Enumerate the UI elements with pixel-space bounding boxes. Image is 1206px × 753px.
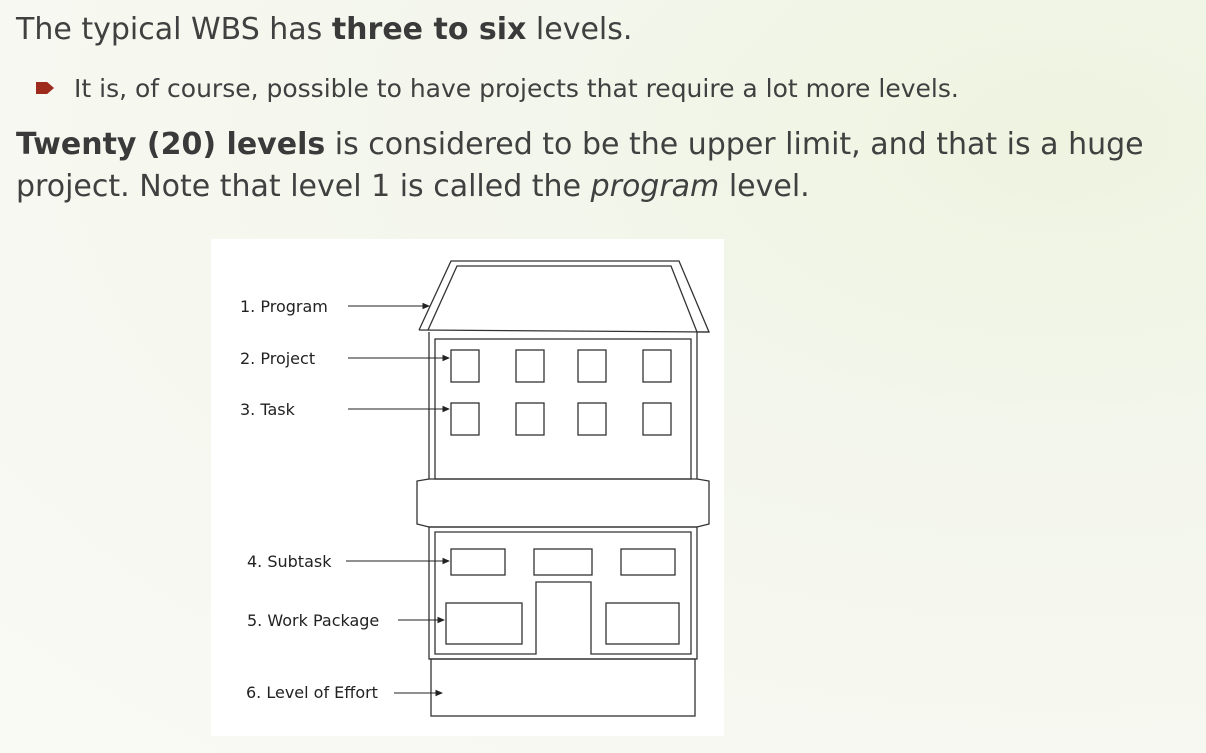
label-project: 2. Project: [240, 349, 315, 368]
task-window: [515, 402, 545, 436]
label-work-package: 5. Work Package: [247, 611, 379, 630]
upper-storey-outline: [428, 332, 698, 480]
label-level-of-effort: 6. Level of Effort: [246, 683, 378, 702]
project-window: [577, 349, 607, 383]
project-window: [642, 349, 672, 383]
lower-storey-panel: [434, 531, 692, 655]
arrow-bullet-icon: [36, 82, 54, 94]
wbs-building-figure: 1. Program 2. Project 3. Task 4. Subtask…: [211, 239, 724, 736]
paragraph-bold: Twenty (20) levels: [16, 127, 326, 162]
label-program: 1. Program: [240, 297, 328, 316]
subtask-window: [620, 548, 676, 576]
work-package-window: [445, 602, 523, 645]
wbs-building-diagram: 1. Program 2. Project 3. Task 4. Subtask…: [240, 260, 710, 717]
work-package-window: [605, 602, 680, 645]
upper-storey-panel: [434, 338, 692, 480]
subtask-window: [533, 548, 593, 576]
body-paragraph: Twenty (20) levels is considered to be t…: [16, 124, 1206, 208]
heading-prefix: The typical WBS has: [16, 12, 332, 47]
roof-shape: [418, 260, 710, 333]
foundation: [430, 658, 696, 717]
bullet-text: It is, of course, possible to have proje…: [74, 74, 959, 103]
heading-bold: three to six: [331, 12, 527, 47]
middle-band: [416, 478, 710, 528]
lower-storey-outline: [428, 526, 698, 660]
bullet-item: It is, of course, possible to have proje…: [36, 70, 959, 108]
project-window: [515, 349, 545, 383]
slide: The typical WBS has three to six levels.…: [0, 0, 1206, 753]
heading-suffix: levels.: [526, 12, 633, 47]
paragraph-text-2: level.: [719, 169, 810, 204]
label-subtask: 4. Subtask: [247, 552, 332, 571]
task-window: [642, 402, 672, 436]
paragraph-italic: program: [590, 169, 720, 204]
project-window: [450, 349, 480, 383]
subtask-window: [450, 548, 506, 576]
heading-line: The typical WBS has three to six levels.: [16, 8, 632, 52]
task-window: [577, 402, 607, 436]
task-window: [450, 402, 480, 436]
label-task: 3. Task: [240, 400, 296, 419]
